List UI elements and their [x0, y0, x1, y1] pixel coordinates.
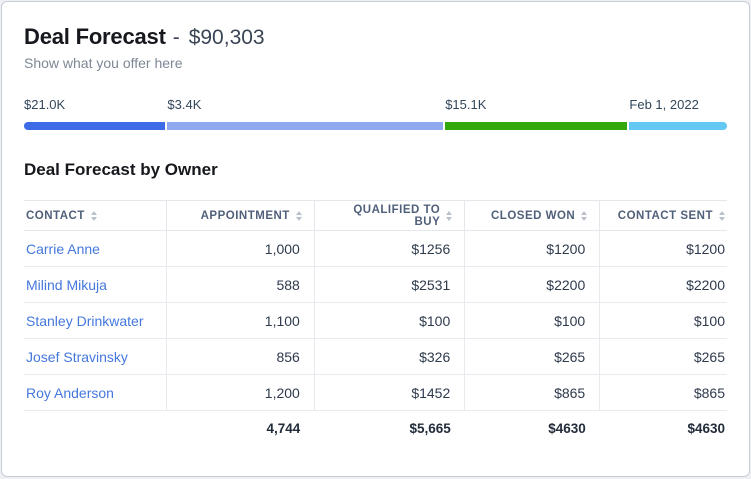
column-header-label: CLOSED WON — [491, 210, 575, 222]
column-header-inner: CONTACT SENT — [612, 210, 725, 222]
forecast-amount: $90,303 — [189, 26, 265, 50]
contact-link[interactable]: Carrie Anne — [26, 241, 100, 257]
column-header-qualified-to-buy[interactable]: QUALIFIED TO BUY — [314, 201, 464, 231]
progress-bar — [24, 122, 727, 130]
cell-value: $1256 — [314, 231, 464, 267]
column-header-closed-won[interactable]: CLOSED WON — [465, 201, 600, 231]
contact-cell: Stanley Drinkwater — [24, 303, 166, 339]
progress-segment — [167, 122, 443, 130]
contact-link[interactable]: Josef Stravinsky — [26, 349, 128, 365]
totals-value: 4,744 — [166, 411, 314, 447]
progress-segment-label: $15.1K — [445, 97, 627, 112]
deal-forecast-card: Deal Forecast - $90,303 Show what you of… — [1, 1, 750, 477]
title-separator: - — [173, 26, 180, 50]
section-title: Deal Forecast by Owner — [24, 160, 727, 180]
totals-value: $4630 — [600, 411, 727, 447]
cell-value: $100 — [600, 303, 727, 339]
progress-segment-label: Feb 1, 2022 — [629, 97, 727, 112]
column-header-inner: CLOSED WON — [477, 210, 587, 222]
column-header-label: QUALIFIED TO BUY — [327, 204, 440, 228]
cell-value: 588 — [166, 267, 314, 303]
sort-icon — [91, 211, 97, 221]
progress-segment — [24, 122, 165, 130]
table-row: Josef Stravinsky856$326$265$265 — [24, 339, 727, 375]
cell-value: 1,000 — [166, 231, 314, 267]
contact-link[interactable]: Stanley Drinkwater — [26, 313, 144, 329]
progress-segment — [445, 122, 627, 130]
cell-value: $865 — [465, 375, 600, 411]
contact-cell: Milind Mikuja — [24, 267, 166, 303]
column-header-inner: QUALIFIED TO BUY — [327, 204, 452, 228]
table-footer: 4,744$5,665$4630$4630 — [24, 411, 727, 447]
contact-cell: Roy Anderson — [24, 375, 166, 411]
column-header-contact-sent[interactable]: CONTACT SENT — [600, 201, 727, 231]
forecast-progress: $21.0K$3.4K$15.1KFeb 1, 2022 — [24, 97, 727, 130]
table-header: CONTACT APPOINTMENT QUALIFIED TO BUY CLOSED… — [24, 201, 727, 231]
contact-link[interactable]: Milind Mikuja — [26, 277, 107, 293]
contact-cell: Carrie Anne — [24, 231, 166, 267]
sort-icon — [581, 211, 587, 221]
cell-value: $326 — [314, 339, 464, 375]
cell-value: 856 — [166, 339, 314, 375]
column-header-label: APPOINTMENT — [201, 210, 290, 222]
totals-value: $4630 — [465, 411, 600, 447]
cell-value: $1200 — [600, 231, 727, 267]
totals-empty-cell — [24, 411, 166, 447]
cell-value: $2531 — [314, 267, 464, 303]
cell-value: $1200 — [465, 231, 600, 267]
cell-value: $2200 — [600, 267, 727, 303]
cell-value: $100 — [314, 303, 464, 339]
sort-icon — [446, 211, 452, 221]
cell-value: $2200 — [465, 267, 600, 303]
column-header-contact[interactable]: CONTACT — [24, 201, 166, 231]
sort-icon — [719, 211, 725, 221]
table-row: Carrie Anne1,000$1256$1200$1200 — [24, 231, 727, 267]
column-header-label: CONTACT — [26, 210, 85, 222]
page-title: Deal Forecast — [24, 24, 166, 50]
column-header-inner: CONTACT — [26, 210, 154, 222]
page-header: Deal Forecast - $90,303 — [24, 24, 727, 50]
column-header-appointment[interactable]: APPOINTMENT — [166, 201, 314, 231]
progress-segment-label: $3.4K — [167, 97, 443, 112]
progress-labels: $21.0K$3.4K$15.1KFeb 1, 2022 — [24, 97, 727, 112]
table-row: Roy Anderson1,200$1452$865$865 — [24, 375, 727, 411]
cell-value: $1452 — [314, 375, 464, 411]
column-header-label: CONTACT SENT — [618, 210, 713, 222]
cell-value: $265 — [465, 339, 600, 375]
cell-value: $265 — [600, 339, 727, 375]
totals-value: $5,665 — [314, 411, 464, 447]
cell-value: 1,200 — [166, 375, 314, 411]
cell-value: $100 — [465, 303, 600, 339]
table-header-row: CONTACT APPOINTMENT QUALIFIED TO BUY CLOSED… — [24, 201, 727, 231]
sort-icon — [296, 211, 302, 221]
progress-segment — [629, 122, 727, 130]
table-row: Stanley Drinkwater1,100$100$100$100 — [24, 303, 727, 339]
column-header-inner: APPOINTMENT — [179, 210, 302, 222]
deal-forecast-table: CONTACT APPOINTMENT QUALIFIED TO BUY CLOSED… — [24, 200, 727, 447]
table-row: Milind Mikuja588$2531$2200$2200 — [24, 267, 727, 303]
table-body: Carrie Anne1,000$1256$1200$1200Milind Mi… — [24, 231, 727, 411]
contact-link[interactable]: Roy Anderson — [26, 385, 114, 401]
cell-value: $865 — [600, 375, 727, 411]
progress-segment-label: $21.0K — [24, 97, 165, 112]
contact-cell: Josef Stravinsky — [24, 339, 166, 375]
cell-value: 1,100 — [166, 303, 314, 339]
page-subtitle: Show what you offer here — [24, 55, 727, 71]
table-totals-row: 4,744$5,665$4630$4630 — [24, 411, 727, 447]
